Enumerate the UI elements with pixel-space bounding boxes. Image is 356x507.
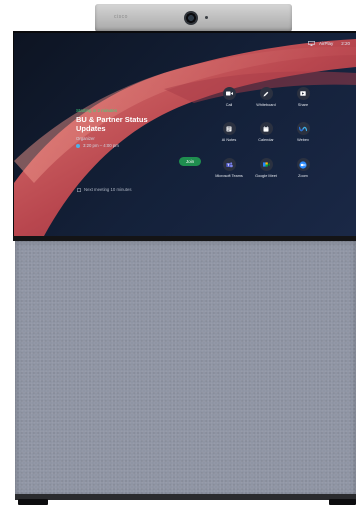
app-whiteboard[interactable]: Whiteboard	[249, 87, 283, 107]
airplay-label: AirPlay	[318, 41, 334, 46]
app-microsoft-teams[interactable]: Microsoft Teams	[212, 158, 246, 178]
meeting-organizer: Organizer	[76, 136, 95, 141]
next-meeting-row[interactable]: Next meeting 10 minutes	[77, 187, 132, 192]
meeting-title: BU & Partner Status Updates	[76, 115, 148, 133]
meeting-card: Starting in 2 minutes BU & Partner Statu…	[76, 108, 166, 148]
pencil-icon	[259, 87, 273, 100]
meeting-time: 3:20 pm – 4:00 pm	[83, 143, 119, 148]
webex-icon	[296, 122, 310, 135]
left-foot	[18, 499, 48, 505]
zoom-icon	[296, 158, 310, 171]
camera-brand-logo: cisco	[114, 14, 128, 20]
video-icon	[222, 87, 236, 100]
app-calendar[interactable]: Calendar	[249, 122, 283, 142]
notes-icon	[222, 122, 236, 135]
app-share[interactable]: Share	[286, 87, 320, 107]
airplay-icon[interactable]	[308, 41, 315, 46]
next-meeting-text: Next meeting 10 minutes	[84, 187, 132, 192]
right-foot	[329, 499, 356, 505]
camera-lens-icon	[184, 11, 198, 25]
calendar-small-icon	[77, 187, 81, 192]
app-ai-notes[interactable]: AI Notes	[212, 122, 246, 142]
calendar-icon	[259, 122, 273, 135]
webex-small-icon	[76, 143, 80, 148]
clock: 2:20	[341, 41, 350, 46]
speaker-fabric-panel	[15, 241, 356, 496]
meeting-time-row: 3:20 pm – 4:00 pm	[76, 143, 166, 148]
app-call[interactable]: Call	[212, 87, 246, 107]
join-button[interactable]: Join	[179, 157, 201, 166]
home-screen: AirPlay 2:20 Starting in 2 minutes BU & …	[14, 33, 356, 236]
meeting-status: Starting in 2 minutes	[76, 108, 118, 113]
share-icon	[296, 87, 310, 100]
camera-bar: cisco	[95, 4, 292, 32]
google-meet-icon	[259, 158, 273, 171]
status-bar: AirPlay 2:20	[308, 41, 350, 46]
app-google-meet[interactable]: Google Meet	[249, 158, 283, 178]
app-zoom[interactable]: Zoom	[286, 158, 320, 178]
display-bezel: AirPlay 2:20 Starting in 2 minutes BU & …	[13, 31, 356, 239]
camera-indicator-icon	[205, 16, 208, 19]
teams-icon	[222, 158, 236, 171]
app-webex[interactable]: Webex	[286, 122, 320, 142]
base-bar	[15, 494, 356, 500]
